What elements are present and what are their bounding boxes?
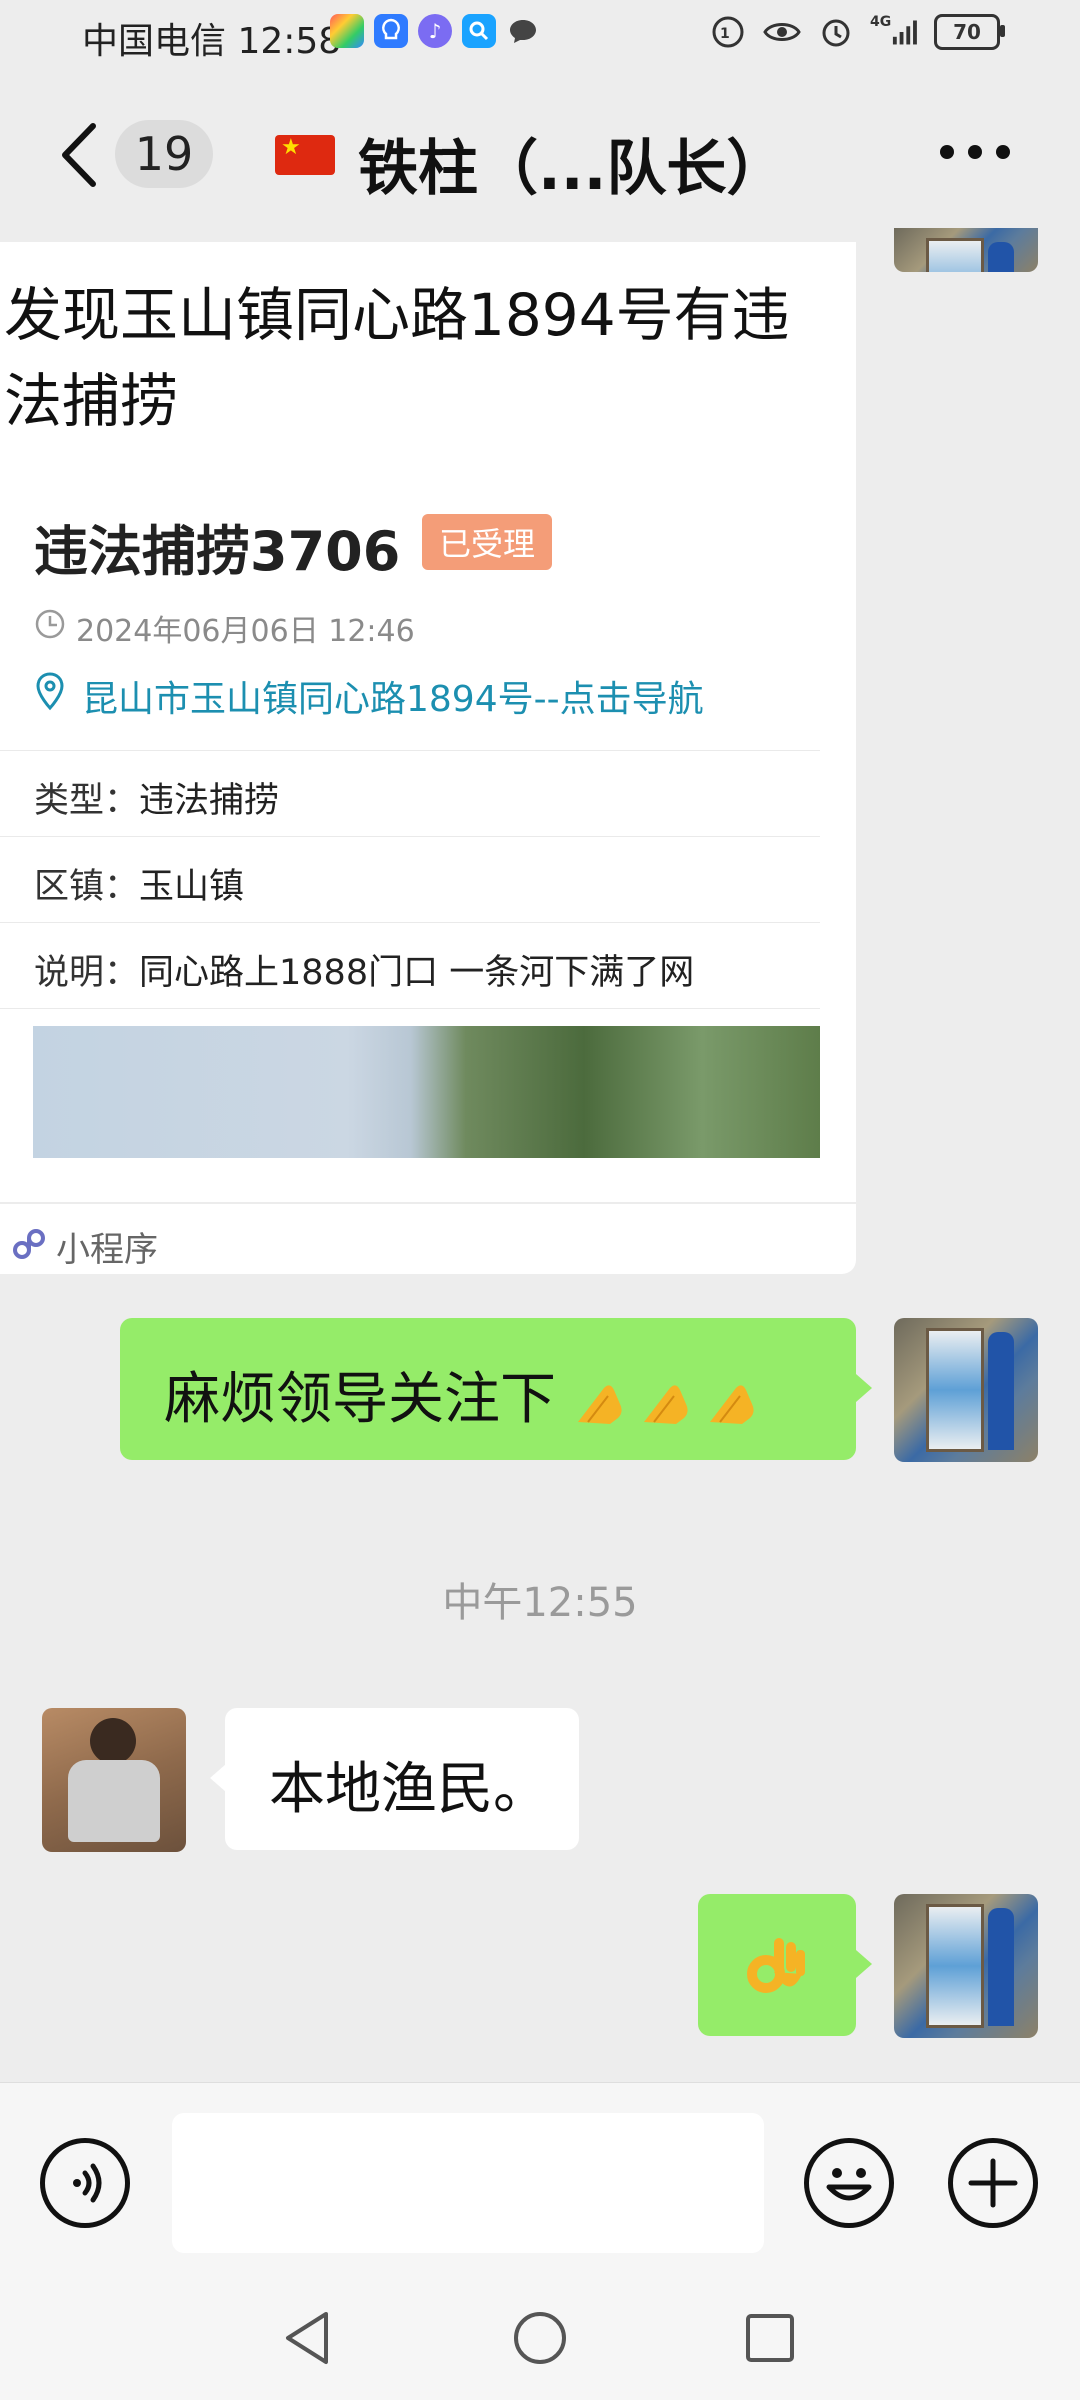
field-district: 区镇：玉山镇: [34, 858, 244, 909]
clock: 12:58: [237, 21, 342, 62]
field-label: 说明：: [34, 953, 140, 993]
unread-count: 19: [134, 127, 194, 181]
navigation-link[interactable]: 昆山市玉山镇同心路1894号--点击导航: [82, 670, 704, 722]
miniprogram-icon: [10, 1226, 48, 1268]
search-app-icon: [462, 14, 496, 48]
unread-count-badge[interactable]: 19: [115, 120, 213, 188]
signal-icon: 4G: [870, 14, 920, 50]
message-input[interactable]: [172, 2113, 764, 2253]
china-flag-icon: [275, 135, 335, 175]
bubble-tail: [856, 1950, 872, 1978]
card-time: 2024年06月06日 12:46: [76, 614, 415, 649]
card-title: 违法捕捞3706: [34, 520, 401, 583]
divider: [0, 1202, 856, 1204]
message-text: 本地渔民。: [269, 1757, 549, 1822]
emoji-icon[interactable]: [804, 2138, 894, 2228]
field-label: 类型：: [34, 781, 140, 821]
self-avatar[interactable]: [894, 1894, 1038, 2038]
chat-title[interactable]: 铁柱（...队长）: [358, 120, 786, 207]
message-bubble-self[interactable]: 麻烦领导关注下🙏🙏🙏: [120, 1318, 856, 1460]
app-notification-icon: [330, 14, 364, 48]
system-nav-bar: [0, 2282, 1080, 2400]
status-carrier-time: 中国电信 12:58: [82, 12, 341, 64]
divider: [0, 750, 820, 751]
self-avatar-partial[interactable]: [894, 228, 1038, 272]
input-bar: [0, 2082, 1080, 2283]
message-text: 麻烦领导关注下🙏🙏🙏: [164, 1354, 772, 1435]
voice-icon[interactable]: [40, 2138, 130, 2228]
ok-hand-icon: [740, 1930, 812, 2006]
svg-text:1: 1: [720, 26, 730, 42]
location-pin-icon: [34, 672, 66, 716]
message-icon: [506, 14, 540, 48]
plus-icon[interactable]: [948, 2138, 1038, 2228]
system-status-icons: 1 4G 70: [708, 14, 1005, 50]
chat-header: 19 铁柱（...队长）: [0, 70, 1080, 240]
eye-icon: [762, 14, 802, 50]
field-value: 同心路上1888门口 一条河下满了网: [139, 953, 695, 993]
report-photo: [33, 1026, 820, 1158]
message-timestamp: 中午12:55: [442, 1580, 638, 1626]
bubble-tail: [210, 1764, 226, 1792]
back-icon[interactable]: [55, 120, 105, 190]
carrier-label: 中国电信: [82, 21, 227, 62]
status-badge: 已受理: [422, 514, 552, 570]
message-text: 麻烦领导关注下: [164, 1367, 556, 1432]
alarm-icon: [816, 14, 856, 50]
bubble-tail: [856, 1374, 872, 1402]
more-icon[interactable]: [940, 145, 1010, 165]
divider: [0, 836, 820, 837]
field-type: 类型：违法捕捞: [34, 772, 279, 823]
divider: [0, 922, 820, 923]
message-bubble-other[interactable]: 本地渔民。: [225, 1708, 579, 1850]
field-value: 玉山镇: [139, 867, 245, 907]
field-description: 说明：同心路上1888门口 一条河下满了网: [34, 944, 694, 995]
field-value: 违法捕捞: [139, 781, 280, 821]
miniprogram-label: 小程序: [56, 1230, 158, 1270]
card-heading: 发现玉山镇同心路1894号有违法捕捞: [4, 281, 790, 435]
music-icon: ♪: [418, 14, 452, 48]
divider: [0, 1008, 820, 1009]
nfc-icon: 1: [708, 14, 748, 50]
self-avatar[interactable]: [894, 1318, 1038, 1462]
message-bubble-self[interactable]: 👌: [698, 1894, 856, 2036]
miniprogram-card[interactable]: 发现玉山镇同心路1894号有违法捕捞 违法捕捞3706 已受理 2024年06月…: [0, 242, 856, 1274]
field-label: 区镇：: [34, 867, 140, 907]
nav-recents-icon[interactable]: [742, 2310, 798, 2370]
battery-level: 70: [953, 20, 981, 44]
contact-avatar[interactable]: [42, 1708, 186, 1852]
battery-icon: 70: [934, 14, 1005, 50]
bulb-icon: [374, 14, 408, 48]
pray-hands-icon: [556, 1367, 772, 1432]
status-bar: 中国电信 12:58 ♪ 1 4G 70: [0, 0, 1080, 70]
network-label: 4G: [870, 14, 892, 30]
notification-icons: ♪: [330, 14, 540, 54]
nav-back-icon[interactable]: [280, 2308, 336, 2372]
nav-home-icon[interactable]: [510, 2308, 570, 2372]
clock-icon: [34, 608, 66, 644]
